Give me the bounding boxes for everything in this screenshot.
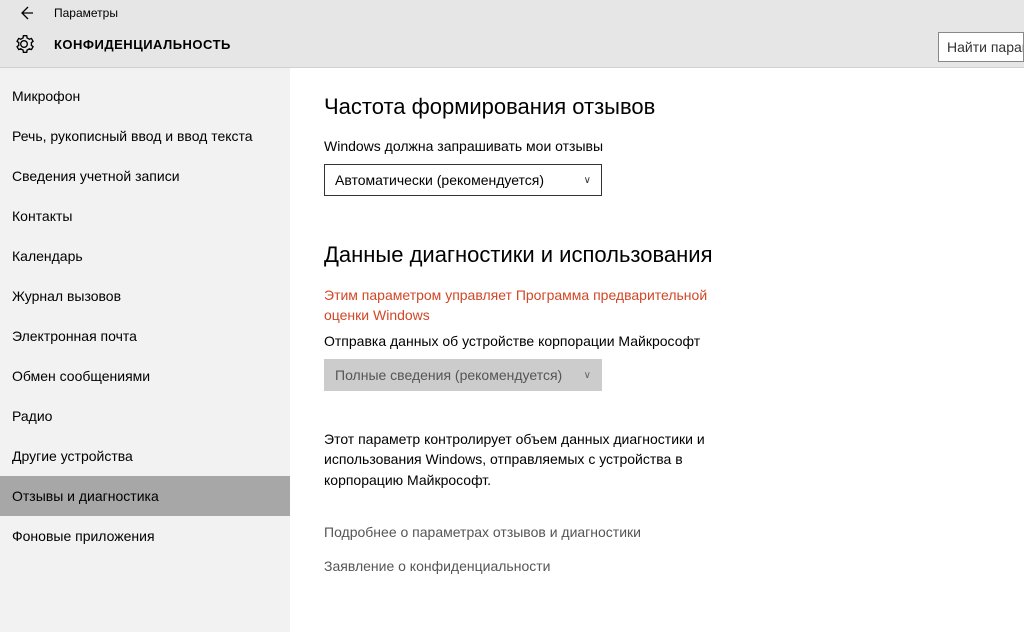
sidebar-item-4[interactable]: Календарь xyxy=(0,236,290,276)
title-bar: Параметры xyxy=(0,0,1024,22)
search-input[interactable]: Найти параметр xyxy=(938,32,1024,62)
sidebar-item-0[interactable]: Микрофон xyxy=(0,76,290,116)
chevron-down-icon: ∨ xyxy=(584,370,591,381)
feedback-frequency-value: Автоматически (рекомендуется) xyxy=(335,172,544,188)
content-area: МикрофонРечь, рукописный ввод и ввод тек… xyxy=(0,68,1024,632)
section-header: КОНФИДЕНЦИАЛЬНОСТЬ xyxy=(0,22,1024,66)
chevron-down-icon: ∨ xyxy=(584,175,591,186)
feedback-heading: Частота формирования отзывов xyxy=(324,94,990,120)
privacy-statement-link[interactable]: Заявление о конфиденциальности xyxy=(324,558,990,574)
sidebar-item-10[interactable]: Отзывы и диагностика xyxy=(0,476,290,516)
sidebar-item-5[interactable]: Журнал вызовов xyxy=(0,276,290,316)
sidebar-item-1[interactable]: Речь, рукописный ввод и ввод текста xyxy=(0,116,290,156)
sidebar-item-6[interactable]: Электронная почта xyxy=(0,316,290,356)
main-panel: Частота формирования отзывов Windows дол… xyxy=(290,68,1024,632)
diagnostics-heading: Данные диагностики и использования xyxy=(324,242,990,268)
diagnostics-level-select: Полные сведения (рекомендуется) ∨ xyxy=(324,359,602,391)
feedback-frequency-select[interactable]: Автоматически (рекомендуется) ∨ xyxy=(324,164,602,196)
insider-warning: Этим параметром управляет Программа пред… xyxy=(324,286,744,325)
settings-gear-icon xyxy=(14,34,34,54)
arrow-left-icon xyxy=(18,5,34,21)
sidebar-item-9[interactable]: Другие устройства xyxy=(0,436,290,476)
sidebar-item-7[interactable]: Обмен сообщениями xyxy=(0,356,290,396)
diagnostics-level-value: Полные сведения (рекомендуется) xyxy=(335,367,562,383)
app-title: Параметры xyxy=(54,6,118,20)
back-button[interactable] xyxy=(16,3,36,23)
sidebar-item-3[interactable]: Контакты xyxy=(0,196,290,236)
feedback-frequency-label: Windows должна запрашивать мои отзывы xyxy=(324,138,990,154)
sidebar-item-2[interactable]: Сведения учетной записи xyxy=(0,156,290,196)
learn-more-link[interactable]: Подробнее о параметрах отзывов и диагнос… xyxy=(324,524,990,540)
sidebar-item-8[interactable]: Радио xyxy=(0,396,290,436)
sidebar-item-11[interactable]: Фоновые приложения xyxy=(0,516,290,556)
sidebar: МикрофонРечь, рукописный ввод и ввод тек… xyxy=(0,68,290,632)
diagnostics-description: Этот параметр контролирует объем данных … xyxy=(324,429,744,490)
window-header: Параметры КОНФИДЕНЦИАЛЬНОСТЬ Найти парам… xyxy=(0,0,1024,68)
search-placeholder: Найти параметр xyxy=(947,39,1024,55)
diagnostics-send-label: Отправка данных об устройстве корпорации… xyxy=(324,333,990,349)
section-title: КОНФИДЕНЦИАЛЬНОСТЬ xyxy=(54,37,231,52)
